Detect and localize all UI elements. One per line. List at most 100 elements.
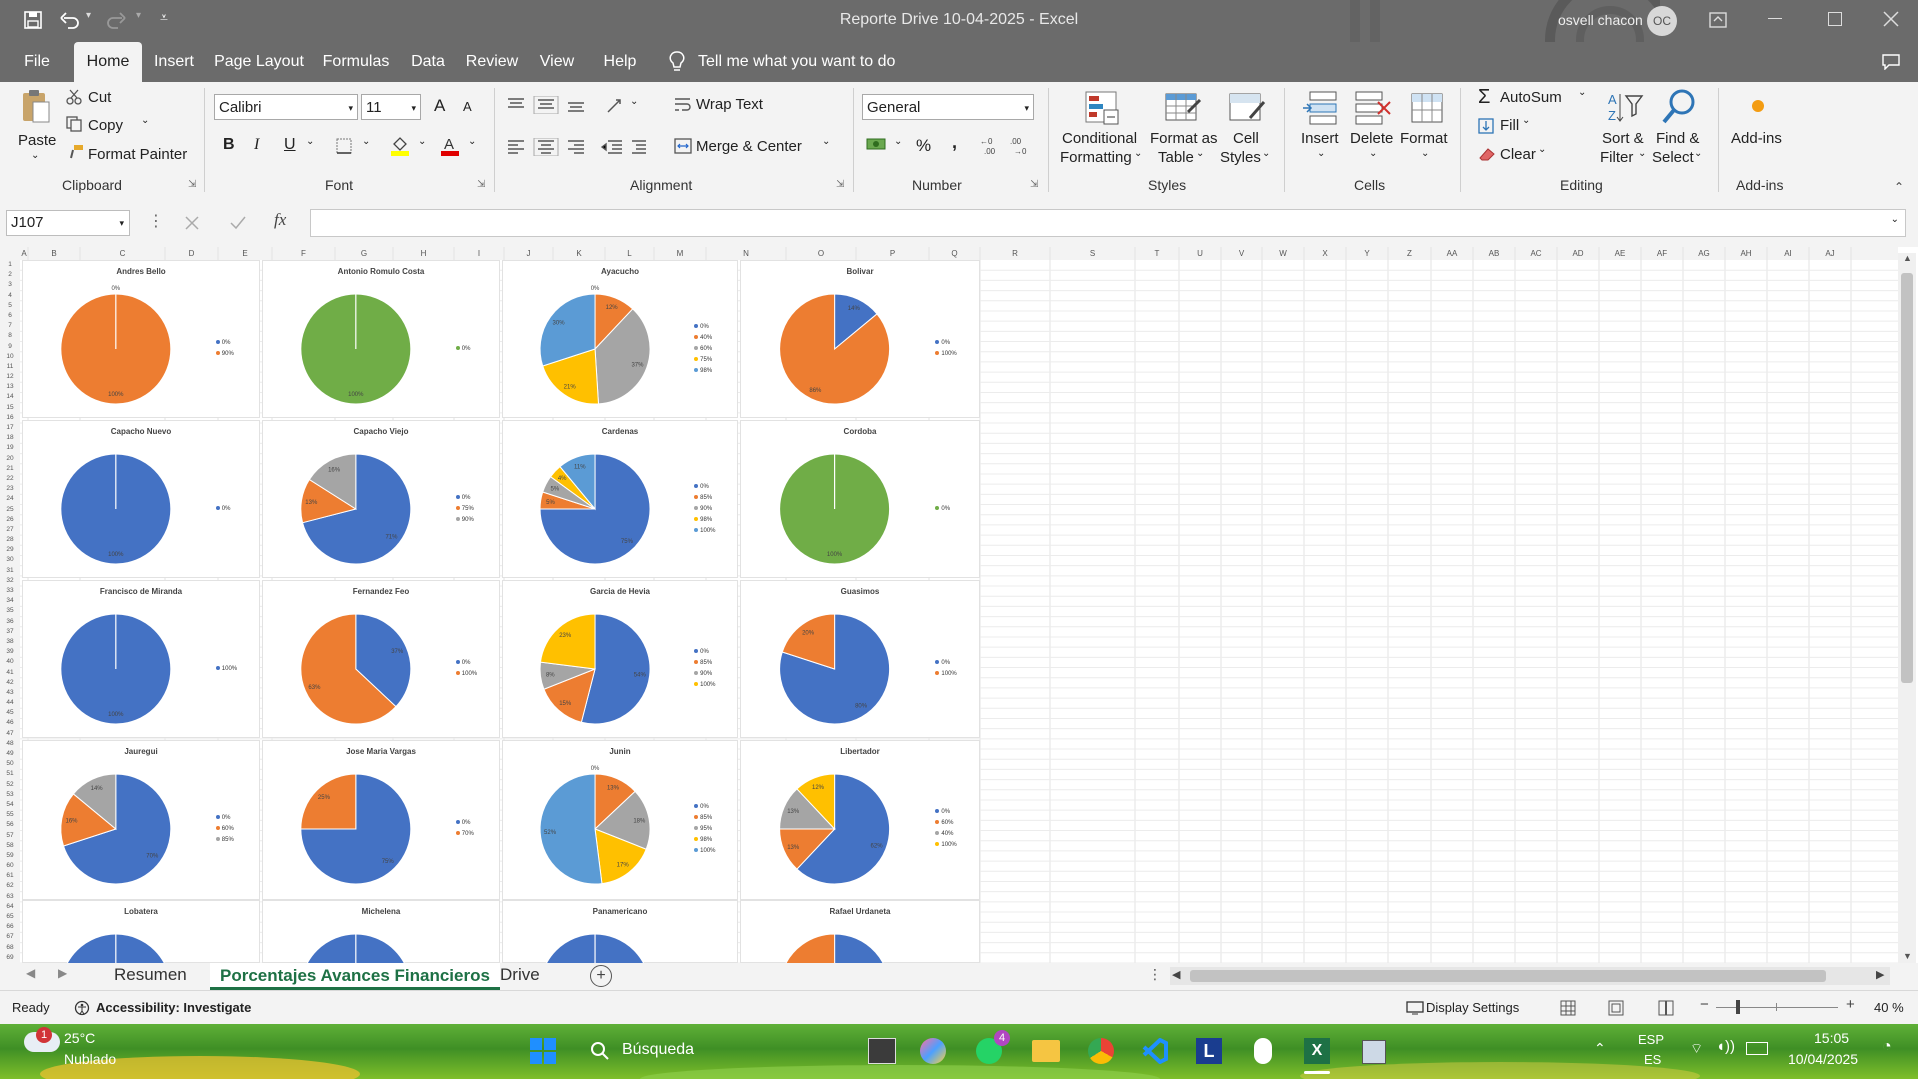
vertical-scrollbar[interactable]: ▲ ▼: [1898, 253, 1916, 963]
format-painter-button[interactable]: Format Painter: [88, 146, 187, 163]
horizontal-scroll-thumb[interactable]: [1190, 970, 1826, 982]
weather-desc[interactable]: Nublado: [64, 1051, 116, 1067]
display-settings-icon[interactable]: [1406, 1001, 1424, 1015]
minimize-icon[interactable]: [1768, 18, 1782, 19]
volume-icon[interactable]: ◖)): [1716, 1038, 1735, 1055]
pie-chart[interactable]: Libertador 62% 13% 13% 12% 0% 60% 40% 100%: [740, 740, 980, 900]
taskbar-search[interactable]: Búsqueda: [622, 1041, 694, 1059]
ribbon-display-icon[interactable]: [1709, 12, 1727, 28]
excel-taskbar-icon[interactable]: X: [1304, 1038, 1330, 1064]
tab-insert[interactable]: Insert: [148, 42, 200, 82]
insert-function-button[interactable]: fx: [274, 210, 286, 230]
scroll-left-icon[interactable]: ◀: [1172, 968, 1180, 981]
pie-chart[interactable]: Ayacucho 0% 12% 37% 21% 30% 0% 40% 60% 75% 98%: [502, 260, 738, 418]
next-sheet-icon[interactable]: ▶: [58, 966, 67, 980]
copy-button[interactable]: Copy: [88, 117, 123, 134]
sheet-tab-porcentajes[interactable]: Porcentajes Avances Financieros: [210, 963, 500, 990]
autosum-button[interactable]: AutoSum: [1500, 89, 1562, 106]
pie-chart[interactable]: Lobatera: [22, 900, 260, 963]
format-cells-icon[interactable]: [1408, 90, 1446, 126]
tab-help[interactable]: Help: [592, 42, 648, 82]
tray-overflow-icon[interactable]: ⌃: [1594, 1040, 1606, 1057]
search-icon[interactable]: [590, 1041, 610, 1061]
borders-icon[interactable]: [336, 138, 352, 154]
bold-button[interactable]: B: [223, 136, 235, 154]
notifications-icon[interactable]: ◔: [1882, 1038, 1892, 1056]
pie-chart[interactable]: Francisco de Miranda 100% 100%: [22, 580, 260, 738]
sort-filter-icon[interactable]: AZ: [1606, 90, 1644, 126]
vertical-align-icons[interactable]: [506, 96, 596, 114]
underline-button[interactable]: U: [284, 136, 296, 154]
restore-icon[interactable]: [1828, 12, 1842, 26]
wrap-text-icon[interactable]: [674, 96, 692, 114]
number-format-combo[interactable]: General ▾: [862, 94, 1034, 120]
collapse-ribbon-icon[interactable]: ⌃: [1894, 180, 1904, 194]
addins-icon[interactable]: [1752, 100, 1764, 112]
accessibility-icon[interactable]: [74, 1000, 90, 1016]
cell-styles-button[interactable]: Cell: [1233, 130, 1259, 147]
tab-review[interactable]: Review: [462, 42, 522, 82]
sheet-tab-drive[interactable]: Drive: [500, 965, 540, 985]
insert-cells-button[interactable]: Insert: [1301, 130, 1339, 147]
weather-temp[interactable]: 25°C: [64, 1030, 95, 1046]
pie-chart[interactable]: Junin 0% 13% 18% 17% 52% 0% 85% 95% 98% 100%: [502, 740, 738, 900]
formula-input[interactable]: ⌄: [310, 209, 1906, 237]
copy-icon[interactable]: [66, 116, 82, 132]
pie-chart[interactable]: Cardenas 75% 5% 5% 4% 11% 0% 85% 90% 98% 100%: [502, 420, 738, 578]
pie-chart[interactable]: Jose Maria Vargas 75% 25% 0% 70%: [262, 740, 500, 900]
scroll-right-icon[interactable]: ▶: [1876, 968, 1884, 981]
comments-icon[interactable]: [1882, 54, 1900, 70]
autosum-icon[interactable]: Σ: [1478, 86, 1490, 109]
font-color-icon[interactable]: A: [440, 136, 460, 156]
format-table-dropdown-icon[interactable]: ⌄: [1196, 148, 1204, 159]
pie-chart[interactable]: Fernandez Feo 37% 63% 0% 100%: [262, 580, 500, 738]
zoom-slider[interactable]: [1716, 1007, 1838, 1008]
wrap-text-button[interactable]: Wrap Text: [696, 96, 763, 113]
chrome-icon[interactable]: [1088, 1038, 1114, 1064]
pie-chart[interactable]: Garcia de Hevia 54% 15% 8% 23% 0% 85% 90% 100%: [502, 580, 738, 738]
merge-dropdown-icon[interactable]: ⌄: [822, 136, 830, 147]
tab-data[interactable]: Data: [406, 42, 450, 82]
orientation-dropdown-icon[interactable]: ⌄: [630, 96, 638, 107]
snipping-tool-icon[interactable]: [1362, 1040, 1386, 1064]
fill-color-dropdown-icon[interactable]: ⌄: [418, 136, 426, 147]
tab-home[interactable]: Home: [74, 42, 142, 82]
pie-slice[interactable]: [300, 773, 357, 830]
pie-chart[interactable]: Panamericano: [502, 900, 738, 963]
copy-dropdown-icon[interactable]: ⌄: [141, 115, 149, 126]
merge-center-icon[interactable]: [674, 137, 692, 155]
tabs-options-icon[interactable]: ⋮: [1148, 966, 1162, 983]
font-size-combo[interactable]: 11 ▾: [361, 94, 421, 120]
alignment-launcher-icon[interactable]: ⇲: [836, 179, 844, 190]
borders-dropdown-icon[interactable]: ⌄: [362, 136, 370, 147]
italic-button[interactable]: I: [254, 136, 259, 154]
zoom-level[interactable]: 40 %: [1874, 1000, 1904, 1015]
horizontal-scrollbar[interactable]: ◀ ▶: [1170, 967, 1890, 985]
name-box[interactable]: J107 ▾: [6, 210, 130, 236]
comma-style-button[interactable]: ,: [952, 132, 957, 153]
zoom-in-button[interactable]: +: [1846, 996, 1855, 1013]
font-name-combo[interactable]: Calibri ▾: [214, 94, 358, 120]
prev-sheet-icon[interactable]: ◀: [26, 966, 35, 980]
clear-icon[interactable]: [1478, 146, 1496, 162]
delete-cells-icon[interactable]: [1354, 90, 1392, 126]
vertical-scroll-thumb[interactable]: [1901, 273, 1913, 683]
clear-button[interactable]: Clear: [1500, 146, 1536, 163]
tab-formulas[interactable]: Formulas: [318, 42, 394, 82]
underline-dropdown-icon[interactable]: ⌄: [306, 136, 314, 147]
vscode-icon[interactable]: [1142, 1038, 1168, 1064]
l-app-icon[interactable]: L: [1196, 1038, 1222, 1064]
pie-chart[interactable]: Rafael Urdaneta20%: [740, 900, 980, 963]
delete-cells-dropdown-icon[interactable]: ⌄: [1369, 148, 1377, 159]
insert-cells-icon[interactable]: [1302, 90, 1340, 126]
pie-chart[interactable]: Andres Bello 0% 100% 0% 90%: [22, 260, 260, 418]
pie-slice[interactable]: [782, 933, 836, 963]
page-break-view-icon[interactable]: [1658, 1000, 1674, 1016]
conditional-dropdown-icon[interactable]: ⌄: [1134, 148, 1142, 159]
percent-style-button[interactable]: %: [916, 136, 931, 156]
confirm-entry-icon[interactable]: [229, 215, 247, 231]
display-settings-button[interactable]: Display Settings: [1426, 1000, 1519, 1015]
delete-cells-button[interactable]: Delete: [1350, 130, 1393, 147]
sheet-tab-resumen[interactable]: Resumen: [114, 965, 187, 985]
wifi-icon[interactable]: ⌔: [1690, 1040, 1703, 1058]
